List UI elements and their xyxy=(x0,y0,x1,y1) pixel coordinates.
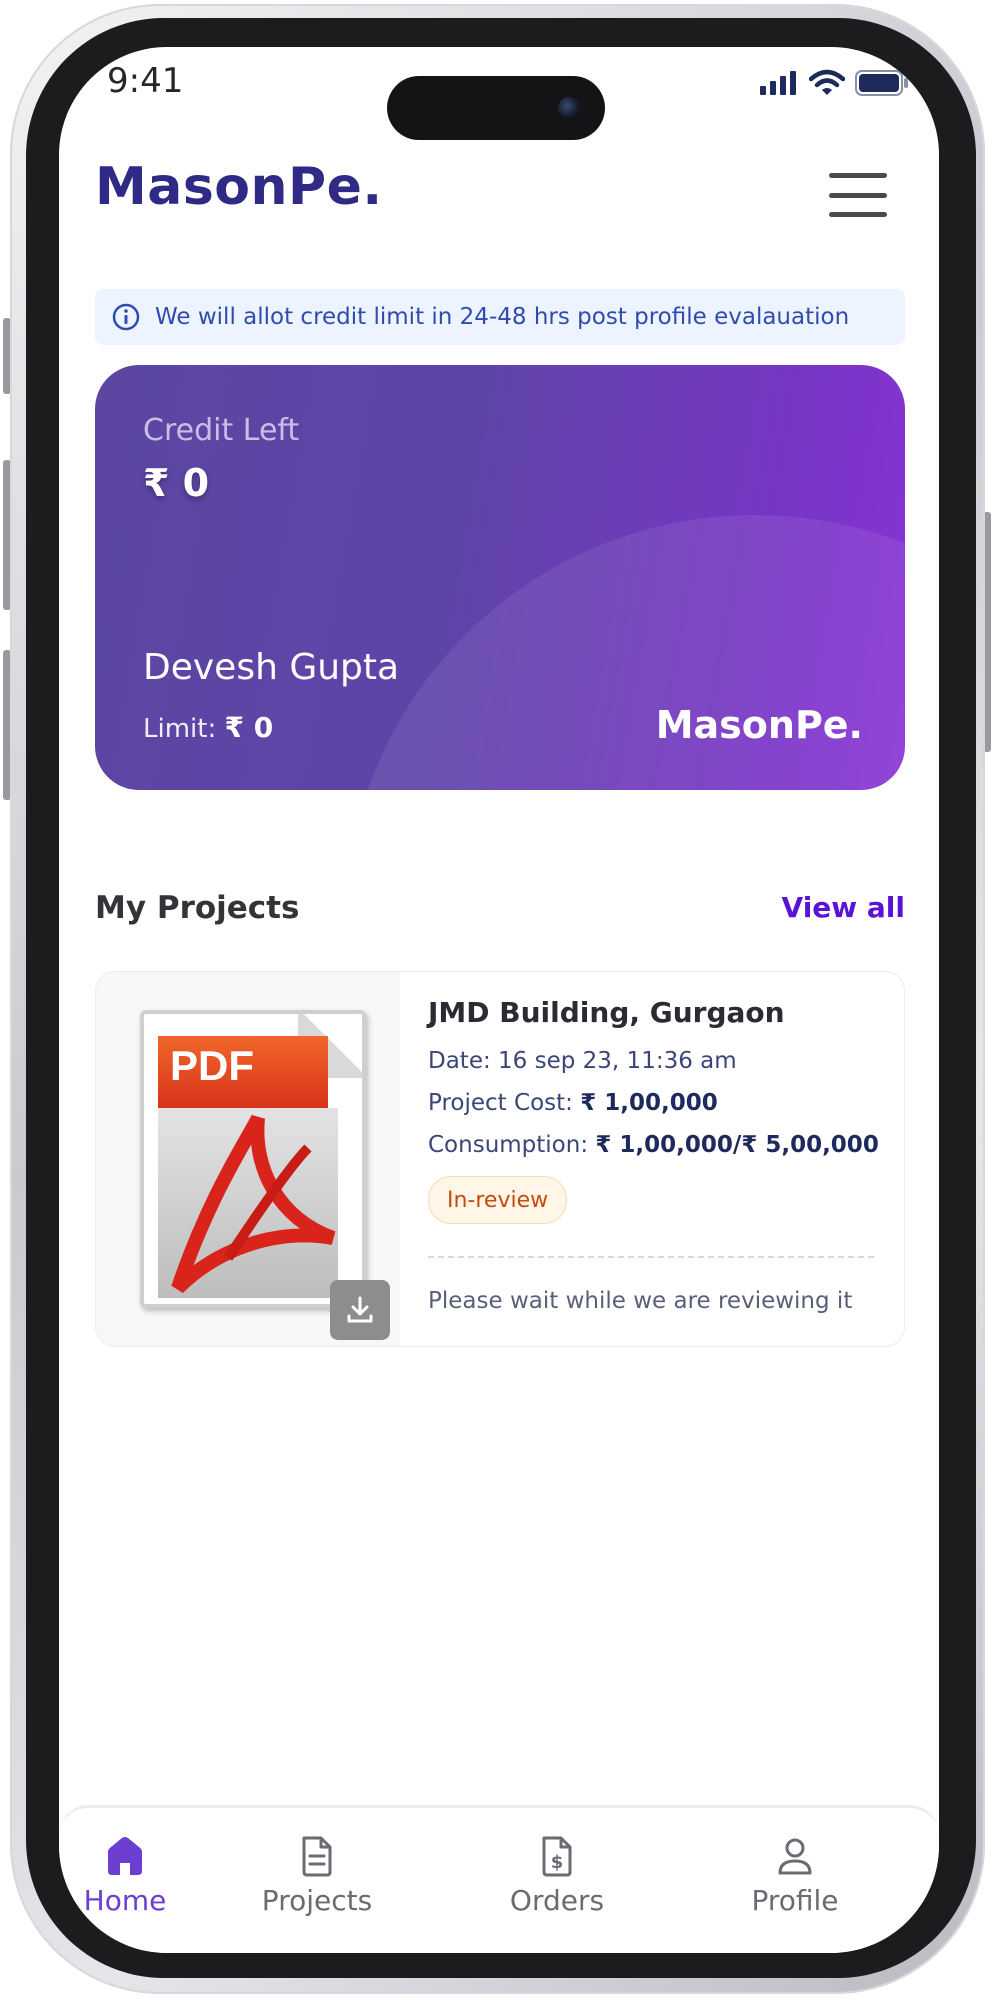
project-thumbnail[interactable]: PDF xyxy=(96,972,400,1346)
project-card[interactable]: PDF JMD Building, Gurgaon Date: 16 sep 2… xyxy=(95,971,905,1347)
nav-label-home: Home xyxy=(83,1884,167,1917)
view-all-link[interactable]: View all xyxy=(782,891,905,924)
info-banner: We will allot credit limit in 24-48 hrs … xyxy=(95,289,905,345)
section-title: My Projects xyxy=(95,890,300,926)
card-brand-logo: MasonPe. xyxy=(655,703,863,747)
camera-icon xyxy=(558,97,580,119)
credit-limit: Limit: ₹ 0 xyxy=(143,711,273,744)
credit-card[interactable]: Credit Left ₹ 0 Devesh Gupta Limit: ₹ 0 … xyxy=(95,365,905,790)
pdf-label: PDF xyxy=(170,1042,254,1089)
project-name: JMD Building, Gurgaon xyxy=(428,996,785,1029)
nav-item-orders[interactable]: $ Orders xyxy=(477,1834,637,1917)
credit-limit-label: Limit: xyxy=(143,714,217,744)
nav-item-profile[interactable]: Profile xyxy=(715,1834,875,1917)
pdf-icon: PDF xyxy=(140,1010,366,1308)
menu-icon[interactable] xyxy=(829,173,887,217)
project-consumption: Consumption: ₹ 1,00,000/₹ 5,00,000 xyxy=(428,1132,879,1158)
acrobat-logo-icon xyxy=(171,1114,336,1294)
project-date-value: 16 sep 23, 11:36 am xyxy=(498,1048,737,1074)
project-date-label: Date: xyxy=(428,1048,491,1074)
invoice-dollar-icon: $ xyxy=(542,1836,572,1877)
project-cost: Project Cost: ₹ 1,00,000 xyxy=(428,1090,718,1116)
nav-label-projects: Projects xyxy=(261,1884,373,1917)
signal-icon xyxy=(760,71,796,95)
project-cost-value: ₹ 1,00,000 xyxy=(580,1090,718,1116)
project-consumption-label: Consumption: xyxy=(428,1132,589,1158)
status-time: 9:41 xyxy=(107,61,184,101)
project-cost-label: Project Cost: xyxy=(428,1090,573,1116)
wifi-icon xyxy=(809,69,845,95)
dynamic-island xyxy=(387,76,605,140)
project-note: Please wait while we are reviewing it xyxy=(428,1288,853,1314)
download-icon xyxy=(347,1296,373,1323)
credit-limit-value: ₹ 0 xyxy=(224,711,274,744)
battery-icon xyxy=(855,70,908,96)
credit-left-label: Credit Left xyxy=(143,413,300,448)
project-consumption-value: ₹ 1,00,000/₹ 5,00,000 xyxy=(595,1132,879,1158)
info-icon xyxy=(112,303,140,331)
card-holder-name: Devesh Gupta xyxy=(143,647,400,688)
svg-text:$: $ xyxy=(551,1852,564,1873)
status-badge: In-review xyxy=(428,1176,568,1224)
card-decoration xyxy=(345,515,905,790)
download-button[interactable] xyxy=(330,1280,390,1340)
document-icon xyxy=(302,1836,332,1877)
bottom-nav: Home Projects $ Orders Profile xyxy=(59,1805,939,1953)
home-icon xyxy=(108,1837,142,1875)
divider xyxy=(428,1256,874,1258)
info-banner-text: We will allot credit limit in 24-48 hrs … xyxy=(155,304,850,330)
user-icon xyxy=(778,1838,812,1875)
nav-item-projects[interactable]: Projects xyxy=(237,1834,397,1917)
status-icons xyxy=(759,69,909,97)
app-logo: MasonPe. xyxy=(95,157,383,217)
nav-label-profile: Profile xyxy=(751,1884,839,1917)
project-date: Date: 16 sep 23, 11:36 am xyxy=(428,1048,737,1074)
nav-label-orders: Orders xyxy=(509,1884,605,1917)
app-screen: 9:41 MasonPe. We will allot credit limit xyxy=(59,47,939,1953)
nav-item-home[interactable]: Home xyxy=(59,1834,205,1917)
credit-left-amount: ₹ 0 xyxy=(143,461,210,505)
